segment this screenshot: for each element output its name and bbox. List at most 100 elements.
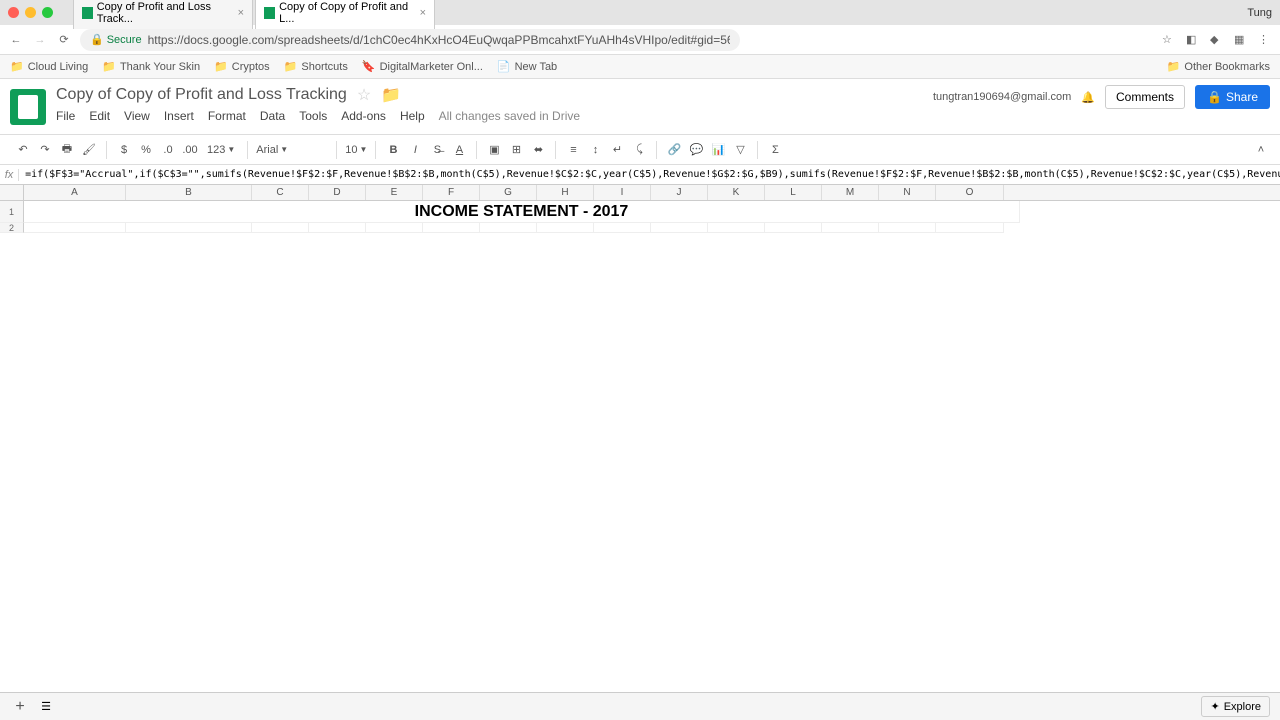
col-header[interactable]: M: [822, 185, 879, 200]
col-header[interactable]: F: [423, 185, 480, 200]
back-button[interactable]: ←: [8, 32, 24, 48]
cell[interactable]: [366, 223, 423, 233]
address-bar[interactable]: 🔒 Secure https://docs.google.com/spreads…: [80, 29, 740, 51]
cell[interactable]: [537, 223, 594, 233]
move-folder-icon[interactable]: 📁: [381, 85, 401, 105]
redo-icon[interactable]: ↷: [36, 141, 54, 159]
explore-button[interactable]: ✦ Explore: [1201, 696, 1270, 717]
bookmark-item[interactable]: 📁Thank Your Skin: [102, 60, 200, 73]
share-button[interactable]: 🔒 Share: [1195, 85, 1270, 109]
borders-icon[interactable]: ⊞: [507, 141, 525, 159]
cell[interactable]: [708, 223, 765, 233]
cell[interactable]: [423, 223, 480, 233]
menu-tools[interactable]: Tools: [299, 109, 327, 123]
menu-edit[interactable]: Edit: [89, 109, 110, 123]
font-size-dropdown[interactable]: 10▼: [341, 144, 371, 156]
window-close[interactable]: [8, 7, 19, 18]
all-sheets-button[interactable]: ☰: [36, 697, 56, 717]
chart-icon[interactable]: 📊: [709, 141, 727, 159]
functions-icon[interactable]: Σ: [766, 141, 784, 159]
cell[interactable]: [936, 223, 1004, 233]
close-icon[interactable]: ×: [420, 7, 426, 19]
col-header[interactable]: G: [480, 185, 537, 200]
col-header[interactable]: L: [765, 185, 822, 200]
currency-icon[interactable]: $: [115, 141, 133, 159]
cell[interactable]: [765, 223, 822, 233]
rotate-icon[interactable]: ⤹: [630, 141, 648, 159]
chrome-profile[interactable]: Tung: [1247, 7, 1272, 19]
halign-icon[interactable]: ≡: [564, 141, 582, 159]
menu-icon[interactable]: ⋮: [1258, 33, 1272, 47]
menu-insert[interactable]: Insert: [164, 109, 194, 123]
other-bookmarks[interactable]: 📁Other Bookmarks: [1167, 60, 1270, 73]
bookmark-item[interactable]: 📁Shortcuts: [284, 60, 348, 73]
menu-data[interactable]: Data: [260, 109, 285, 123]
select-all-corner[interactable]: [0, 185, 24, 200]
forward-button[interactable]: →: [32, 32, 48, 48]
fill-color-icon[interactable]: ▣: [485, 141, 503, 159]
cell[interactable]: [594, 223, 651, 233]
formula-bar[interactable]: fx =if($F$3="Accrual",if($C$3="",sumifs(…: [0, 165, 1280, 185]
col-header[interactable]: I: [594, 185, 651, 200]
window-minimize[interactable]: [25, 7, 36, 18]
cell[interactable]: [24, 223, 126, 233]
col-header[interactable]: D: [309, 185, 366, 200]
extension-icon[interactable]: ▦: [1234, 33, 1248, 47]
percent-icon[interactable]: %: [137, 141, 155, 159]
cell[interactable]: [822, 223, 879, 233]
browser-tab-0[interactable]: Copy of Profit and Loss Track...×: [73, 0, 253, 29]
star-icon[interactable]: ☆: [1162, 33, 1176, 47]
decimal-decrease-icon[interactable]: .0: [159, 141, 177, 159]
menu-view[interactable]: View: [124, 109, 150, 123]
col-header[interactable]: C: [252, 185, 309, 200]
col-header[interactable]: E: [366, 185, 423, 200]
text-color-icon[interactable]: A: [450, 141, 468, 159]
account-email[interactable]: tungtran190694@gmail.com: [933, 91, 1071, 103]
cell[interactable]: [651, 223, 708, 233]
paint-format-icon[interactable]: 🖌: [80, 141, 98, 159]
cell[interactable]: [309, 223, 366, 233]
cell[interactable]: [252, 223, 309, 233]
menu-add-ons[interactable]: Add-ons: [341, 109, 386, 123]
star-icon[interactable]: ☆: [357, 85, 371, 105]
col-header[interactable]: J: [651, 185, 708, 200]
bold-icon[interactable]: B: [384, 141, 402, 159]
collapse-toolbar-icon[interactable]: ˄: [1252, 141, 1270, 159]
document-title[interactable]: Copy of Copy of Profit and Loss Tracking: [56, 86, 347, 104]
sheets-logo-icon[interactable]: [10, 89, 46, 125]
col-header[interactable]: B: [126, 185, 252, 200]
bookmark-item[interactable]: 📁Cryptos: [214, 60, 270, 73]
menu-help[interactable]: Help: [400, 109, 425, 123]
more-formats-dropdown[interactable]: 123▼: [203, 144, 239, 156]
add-sheet-button[interactable]: +: [10, 697, 30, 717]
notification-icon[interactable]: 🔔: [1081, 91, 1095, 104]
spreadsheet-grid[interactable]: 1INCOME STATEMENT - 20172: [0, 201, 1280, 711]
merge-icon[interactable]: ⬌: [529, 141, 547, 159]
extension-icon[interactable]: ◆: [1210, 33, 1224, 47]
menu-format[interactable]: Format: [208, 109, 246, 123]
decimal-increase-icon[interactable]: .00: [181, 141, 199, 159]
print-icon[interactable]: 🖶: [58, 141, 76, 159]
valign-icon[interactable]: ↕: [586, 141, 604, 159]
title-cell[interactable]: INCOME STATEMENT - 2017: [24, 201, 1020, 223]
col-header[interactable]: A: [24, 185, 126, 200]
col-header[interactable]: N: [879, 185, 936, 200]
menu-file[interactable]: File: [56, 109, 75, 123]
comments-button[interactable]: Comments: [1105, 85, 1185, 109]
col-header[interactable]: O: [936, 185, 1004, 200]
extension-icon[interactable]: ◧: [1186, 33, 1200, 47]
close-icon[interactable]: ×: [238, 7, 244, 19]
col-header[interactable]: K: [708, 185, 765, 200]
font-dropdown[interactable]: Arial▼: [252, 144, 332, 156]
strikethrough-icon[interactable]: S̶: [428, 141, 446, 159]
link-icon[interactable]: 🔗: [665, 141, 683, 159]
browser-tab-1[interactable]: Copy of Copy of Profit and L...×: [255, 0, 435, 29]
italic-icon[interactable]: I: [406, 141, 424, 159]
cell[interactable]: [480, 223, 537, 233]
formula-input[interactable]: =if($F$3="Accrual",if($C$3="",sumifs(Rev…: [19, 169, 1280, 180]
row-header[interactable]: 2: [0, 223, 24, 233]
reload-button[interactable]: ⟳: [56, 32, 72, 48]
bookmark-item[interactable]: 📁Cloud Living: [10, 60, 88, 73]
col-header[interactable]: H: [537, 185, 594, 200]
bookmark-item[interactable]: 📄 New Tab: [497, 60, 557, 73]
